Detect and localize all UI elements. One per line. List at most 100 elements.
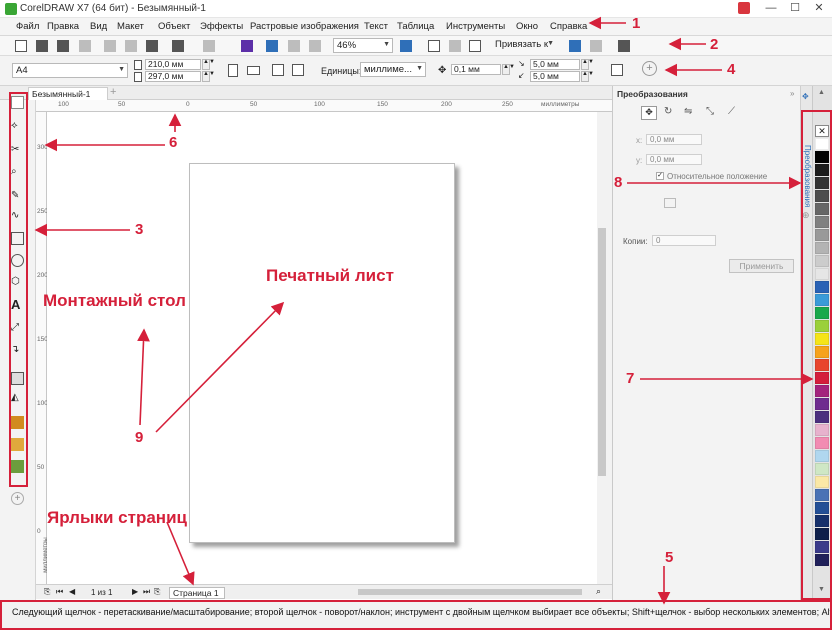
show-rulers-icon[interactable]	[428, 40, 440, 52]
page-tab[interactable]: Страница 1	[169, 587, 225, 599]
prev-page-icon[interactable]: ◀	[69, 587, 75, 596]
ruler-tick: 50	[118, 101, 126, 108]
duplicate-y-field[interactable]: 5,0 мм	[530, 71, 580, 82]
options-icon[interactable]	[569, 40, 581, 52]
undo-icon[interactable]	[172, 40, 184, 52]
page-height-spinner[interactable]: ▲▼	[202, 71, 215, 82]
horizontal-scroll-thumb[interactable]	[358, 589, 582, 595]
vertical-scroll-thumb[interactable]	[598, 228, 606, 476]
snap-to-dropdown[interactable]: Привязать к ▼	[492, 38, 556, 53]
landscape-icon[interactable]	[247, 66, 260, 75]
copies-label: Копии:	[623, 237, 648, 246]
skew-mode-icon[interactable]: ⟋	[728, 106, 735, 117]
scale-mirror-mode-icon[interactable]: ⇋	[684, 106, 692, 117]
new-document-icon[interactable]	[15, 40, 27, 52]
redo-icon[interactable]	[203, 40, 215, 52]
zoom-magnifier-icon[interactable]: ⌕	[596, 586, 601, 597]
menu-table[interactable]: Таблица	[397, 21, 434, 32]
cut-icon[interactable]	[104, 40, 116, 52]
full-screen-preview-icon[interactable]	[400, 40, 412, 52]
relative-position-checkbox[interactable]: ✓	[656, 172, 664, 180]
paste-icon[interactable]	[146, 40, 158, 52]
import-icon[interactable]	[266, 40, 278, 52]
display-icon[interactable]	[618, 40, 630, 52]
add-page-before-icon[interactable]: ⎘	[44, 587, 50, 597]
chevron-down-icon: ▼	[383, 41, 390, 48]
horizontal-ruler[interactable]: 100 50 0 50 100 150 200 250 миллиметры	[36, 100, 612, 112]
close-button[interactable]: ✕	[810, 1, 828, 16]
menu-view[interactable]: Вид	[90, 21, 107, 32]
menu-help[interactable]: Справка	[550, 21, 587, 32]
paper-size-dropdown[interactable]: A4 ▼	[12, 63, 128, 78]
property-bar: A4 ▼ 210,0 мм ▲▼ 297,0 мм ▲▼ Единицы: мил…	[0, 56, 832, 86]
next-page-icon[interactable]: ▶	[132, 587, 138, 596]
menu-edit[interactable]: Правка	[47, 21, 79, 32]
annotation-box-statusbar	[0, 600, 832, 630]
copy-icon[interactable]	[125, 40, 137, 52]
treat-as-filled-icon[interactable]	[611, 64, 623, 76]
docker-tab-icon[interactable]: ✥	[802, 92, 809, 101]
save-icon[interactable]	[57, 40, 69, 52]
add-tool-icon[interactable]: +	[11, 492, 24, 505]
window-title: CorelDRAW X7 (64 бит) - Безымянный-1	[20, 3, 206, 14]
position-mode-icon[interactable]: ✥	[641, 106, 657, 120]
chevron-down-icon: ▼	[118, 66, 125, 73]
zoom-level-dropdown[interactable]: 46% ▼	[333, 38, 393, 53]
show-grid-icon[interactable]	[449, 40, 461, 52]
duplicate-x-field[interactable]: 5,0 мм	[530, 59, 580, 70]
user-account-icon[interactable]	[738, 2, 750, 14]
copies-field[interactable]: 0	[652, 235, 716, 246]
y-position-field[interactable]: 0,0 мм	[646, 154, 702, 165]
document-tab[interactable]: Безымянный-1	[28, 87, 108, 100]
add-page-after-icon[interactable]: ⎘	[154, 587, 160, 597]
x-position-field[interactable]: 0,0 мм	[646, 134, 702, 145]
palette-scroll-up-icon[interactable]: ▲	[818, 89, 825, 96]
annotation-1: 1	[632, 15, 641, 32]
add-toolbar-icon[interactable]: +	[642, 61, 657, 76]
minimize-button[interactable]: —	[762, 1, 780, 16]
publish-pdf-icon[interactable]	[309, 40, 321, 52]
duplicate-y-icon: ↙	[518, 71, 525, 80]
anchor-grid[interactable]	[664, 198, 676, 208]
search-content-icon[interactable]	[241, 40, 253, 52]
print-page[interactable]	[189, 163, 455, 543]
vertical-ruler[interactable]: 300 250 200 150 100 50 0 миллиметры	[36, 112, 49, 584]
menu-effects[interactable]: Эффекты	[200, 21, 243, 32]
ruler-tick: 0	[37, 528, 41, 535]
last-page-icon[interactable]: ⏭	[143, 587, 150, 597]
page-height-field[interactable]: 297,0 мм	[145, 71, 201, 82]
size-mode-icon[interactable]: ⤡	[706, 106, 714, 117]
rotate-mode-icon[interactable]: ↻	[664, 106, 672, 117]
show-guidelines-icon[interactable]	[469, 40, 481, 52]
menu-bitmaps[interactable]: Растровые изображения	[250, 21, 359, 32]
first-page-icon[interactable]: ⏮	[56, 587, 63, 597]
duplicate-x-spinner[interactable]: ▲▼	[581, 59, 594, 70]
nudge-distance-field[interactable]: 0,1 мм	[451, 64, 501, 75]
print-icon[interactable]	[79, 40, 91, 52]
menu-object[interactable]: Объект	[158, 21, 190, 32]
x-label: x:	[636, 136, 643, 145]
relative-position-label: Относительное положение	[667, 172, 768, 181]
menu-window[interactable]: Окно	[516, 21, 538, 32]
portrait-icon[interactable]	[228, 64, 238, 77]
export-icon[interactable]	[288, 40, 300, 52]
page-width-spinner[interactable]: ▲▼	[202, 59, 215, 70]
app-launcher-icon[interactable]	[590, 40, 602, 52]
units-dropdown[interactable]: миллиме... ▼	[360, 62, 426, 77]
nudge-spinner[interactable]: ▲▼	[502, 64, 515, 75]
page-width-field[interactable]: 210,0 мм	[145, 59, 201, 70]
open-icon[interactable]	[36, 40, 48, 52]
new-tab-icon[interactable]: +	[110, 86, 116, 98]
nudge-icon: ✥	[438, 65, 447, 76]
all-pages-icon[interactable]	[272, 64, 284, 76]
menu-tools[interactable]: Инструменты	[446, 21, 505, 32]
maximize-button[interactable]: ☐	[786, 1, 804, 16]
docker-title: Преобразования	[617, 89, 688, 99]
docker-collapse-icon[interactable]: »	[790, 89, 794, 98]
menu-layout[interactable]: Макет	[117, 21, 144, 32]
duplicate-y-spinner[interactable]: ▲▼	[581, 71, 594, 82]
menu-file[interactable]: Файл	[16, 21, 39, 32]
apply-button[interactable]: Применить	[729, 259, 794, 273]
current-page-icon[interactable]	[292, 64, 304, 76]
menu-text[interactable]: Текст	[364, 21, 388, 32]
